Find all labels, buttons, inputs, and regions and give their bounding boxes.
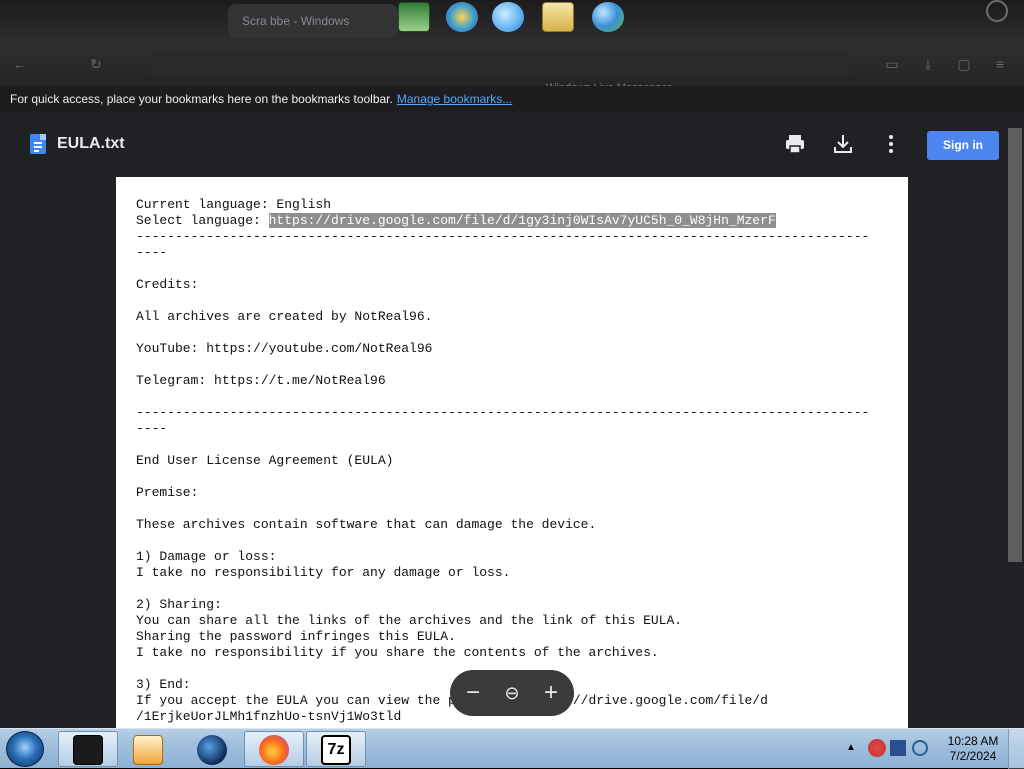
section-heading: 2) Sharing: <box>136 597 222 612</box>
more-vert-icon[interactable] <box>879 132 903 156</box>
taskbar-item-media-player[interactable] <box>118 731 178 767</box>
zoom-in-button[interactable]: + <box>536 678 566 708</box>
extensions-icon[interactable]: ▢ <box>956 56 972 72</box>
premise-heading: Premise: <box>136 485 199 500</box>
separator: ---- <box>136 421 168 436</box>
photo-viewer-icon[interactable] <box>542 2 574 32</box>
doc-line: You can share all the links of the archi… <box>136 613 683 628</box>
pocket-icon[interactable]: ▭ <box>884 56 900 72</box>
youtube-line: YouTube: https://youtube.com/NotReal96 <box>136 341 433 356</box>
firefox-icon <box>259 735 289 765</box>
doc-line: I take no responsibility if you share th… <box>136 645 659 660</box>
scrollbar[interactable] <box>1008 128 1022 562</box>
download-icon[interactable] <box>831 132 855 156</box>
credits-heading: Credits: <box>136 277 199 292</box>
taskbar-item-firefox[interactable] <box>244 731 304 767</box>
doc-line: /1ErjkeUorJLMh1fnzhUo-tsnVj1Wo3tld <box>136 709 402 724</box>
browser-chrome: Scra bbe - Windows ← ↻ ▭ ⤓ ▢ ≡ Windows L… <box>0 0 1024 112</box>
zoom-controls: − ⊖ + <box>450 670 574 716</box>
back-icon[interactable]: ← <box>12 56 28 72</box>
taskbar-item-globe[interactable] <box>182 731 242 767</box>
media-player-icon <box>133 735 163 765</box>
print-icon[interactable] <box>783 132 807 156</box>
doc-line: Current language: English <box>136 197 332 212</box>
system-tray <box>868 737 928 761</box>
menu-icon[interactable]: ≡ <box>992 56 1008 72</box>
bookmarks-toolbar: For quick access, place your bookmarks h… <box>0 86 1024 112</box>
file-viewer: EULA.txt Sign in Current language: Engli… <box>0 112 1024 737</box>
windows-live-icon[interactable] <box>446 2 478 32</box>
text-file-icon <box>30 134 46 154</box>
reload-icon[interactable]: ↻ <box>88 56 104 72</box>
clock-time: 10:28 AM <box>947 734 999 748</box>
taskbar-item-7zip[interactable]: 7z <box>306 731 366 767</box>
command-window-icon <box>73 735 103 765</box>
url-bar[interactable] <box>150 52 850 78</box>
eula-heading: End User License Agreement (EULA) <box>136 453 394 468</box>
viewer-header: EULA.txt Sign in <box>0 112 1024 176</box>
document-page: Current language: English Select languag… <box>116 177 908 737</box>
browser-tab[interactable]: Scra bbe - Windows <box>228 4 398 38</box>
telegram-line: Telegram: https://t.me/NotReal96 <box>136 373 386 388</box>
internet-explorer-icon[interactable] <box>492 2 524 32</box>
separator: ----------------------------------------… <box>136 405 870 420</box>
nav-bar: ← ↻ ▭ ⤓ ▢ ≡ <box>0 44 1024 86</box>
tray-expand-icon[interactable]: ▲ <box>846 742 856 753</box>
7zip-icon: 7z <box>321 735 351 765</box>
section-heading: 3) End: <box>136 677 191 692</box>
separator: ----------------------------------------… <box>136 229 870 244</box>
doc-line: These archives contain software that can… <box>136 517 597 532</box>
excel-icon[interactable] <box>398 2 430 32</box>
window-menu-icon[interactable] <box>986 0 1008 22</box>
network-icon[interactable] <box>890 740 906 756</box>
browser-tab-title: Scra bbe - Windows <box>242 14 350 28</box>
language-link[interactable]: https://drive.google.com/file/d/1gy3inj0… <box>268 213 776 228</box>
doc-line: Sharing the password infringes this EULA… <box>136 629 456 644</box>
quick-launch-dock <box>388 0 638 44</box>
doc-line: Select language: <box>136 213 269 228</box>
bookmarks-message: For quick access, place your bookmarks h… <box>10 92 393 106</box>
volume-icon[interactable] <box>912 740 928 756</box>
clock-date: 7/2/2024 <box>949 749 997 763</box>
show-desktop-button[interactable] <box>1008 729 1024 769</box>
doc-line: All archives are created by NotReal96. <box>136 309 433 324</box>
section-heading: 1) Damage or loss: <box>136 549 277 564</box>
clock[interactable]: 10:28 AM 7/2/2024 <box>944 734 1002 764</box>
tray-app-icon[interactable] <box>868 739 886 757</box>
taskbar-item-command-window[interactable] <box>58 731 118 767</box>
sign-in-button[interactable]: Sign in <box>927 131 999 160</box>
doc-line: I take no responsibility for any damage … <box>136 565 511 580</box>
downloads-icon[interactable]: ⤓ <box>920 56 936 72</box>
start-button[interactable] <box>6 731 44 767</box>
messenger-icon[interactable] <box>592 2 624 32</box>
file-name: EULA.txt <box>57 135 125 152</box>
zoom-out-button[interactable]: − <box>458 678 488 708</box>
globe-icon <box>197 735 227 765</box>
taskbar: 7z ▲ 10:28 AM 7/2/2024 <box>0 728 1024 769</box>
manage-bookmarks-link[interactable]: Manage bookmarks... <box>397 92 512 106</box>
document-text: Current language: English Select languag… <box>136 197 869 725</box>
separator: ---- <box>136 245 168 260</box>
zoom-reset-icon[interactable]: ⊖ <box>497 678 527 708</box>
